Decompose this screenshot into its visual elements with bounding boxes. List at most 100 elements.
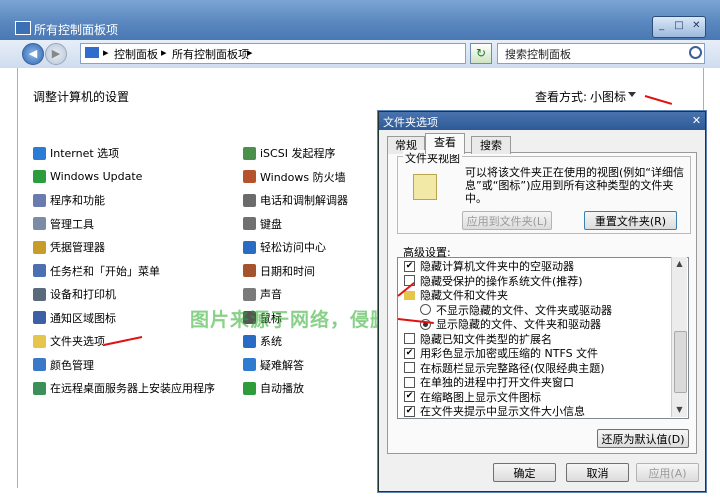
- folder-view-icon: [413, 174, 437, 200]
- control-panel-item[interactable]: 系统: [243, 332, 282, 350]
- apply-button[interactable]: 应用(A): [636, 463, 699, 482]
- control-panel-item[interactable]: 凭据管理器: [33, 238, 105, 256]
- forward-button[interactable]: ▶: [45, 43, 67, 65]
- control-panel-item-icon: [33, 264, 46, 277]
- scroll-up-icon[interactable]: ▲: [672, 257, 687, 271]
- control-panel-item-label: Windows Update: [50, 170, 143, 183]
- breadcrumb-separator: ▸: [161, 46, 167, 59]
- control-panel-item[interactable]: 电话和调制解调器: [243, 191, 348, 209]
- search-icon[interactable]: [689, 46, 702, 59]
- control-panel-item[interactable]: 在远程桌面服务器上安装应用程序: [33, 379, 215, 397]
- radio-button[interactable]: [420, 304, 431, 315]
- tab-view[interactable]: 查看: [425, 133, 465, 154]
- checkbox[interactable]: [404, 333, 415, 344]
- restore-defaults-button[interactable]: 还原为默认值(D): [597, 429, 689, 448]
- control-panel-item[interactable]: 轻松访问中心: [243, 238, 326, 256]
- control-panel-item-icon: [243, 146, 256, 160]
- advanced-setting-row[interactable]: ✔ 在缩略图上显示文件图标: [404, 390, 541, 404]
- advanced-setting-row[interactable]: ✔ 用彩色显示加密或压缩的 NTFS 文件: [404, 346, 598, 360]
- control-panel-item[interactable]: 管理工具: [33, 215, 94, 233]
- advanced-setting-row[interactable]: 显示隐藏的文件、文件夹和驱动器: [420, 317, 601, 331]
- control-panel-item-icon: [243, 217, 256, 230]
- control-panel-item[interactable]: 自动播放: [243, 379, 304, 397]
- advanced-settings-list[interactable]: ✔ 隐藏计算机文件夹中的空驱动器 隐藏受保护的操作系统文件(推荐) 隐藏文件和文件夹不…: [397, 257, 689, 419]
- control-panel-item-icon: [243, 334, 256, 348]
- control-panel-item[interactable]: 日期和时间: [243, 262, 315, 280]
- control-panel-item[interactable]: iSCSI 发起程序: [243, 144, 335, 162]
- breadcrumb-all-items[interactable]: 所有控制面板项: [172, 46, 249, 62]
- scroll-down-icon[interactable]: ▼: [672, 403, 687, 417]
- control-panel-item-icon: [243, 240, 256, 254]
- control-panel-item-label: 键盘: [260, 217, 282, 231]
- control-panel-item-icon: [33, 170, 46, 183]
- checkbox[interactable]: ✔: [404, 405, 415, 417]
- control-panel-item[interactable]: 颜色管理: [33, 356, 94, 374]
- control-panel-item-label: Internet 选项: [50, 147, 120, 160]
- advanced-setting-row[interactable]: 隐藏文件和文件夹: [404, 288, 508, 302]
- folder-view-description: 可以将该文件夹正在使用的视图(例如“详细信息”或“图标”)应用到所有这种类型的文…: [465, 166, 684, 205]
- refresh-button[interactable]: ↻: [470, 43, 492, 64]
- control-panel-item-label: 任务栏和「开始」菜单: [50, 264, 160, 278]
- ok-button[interactable]: 确定: [493, 463, 556, 482]
- view-by-dropdown[interactable]: 小图标: [590, 88, 626, 105]
- control-panel-item-label: Windows 防火墙: [260, 170, 346, 184]
- checkbox[interactable]: ✔: [404, 347, 415, 359]
- control-panel-item[interactable]: Windows 防火墙: [243, 168, 346, 186]
- control-panel-icon: [85, 47, 99, 58]
- maximize-button[interactable]: □: [670, 17, 687, 37]
- chevron-down-icon[interactable]: [628, 92, 636, 97]
- control-panel-item[interactable]: 任务栏和「开始」菜单: [33, 262, 160, 280]
- breadcrumb-control-panel[interactable]: 控制面板: [114, 46, 158, 62]
- advanced-setting-row[interactable]: ✔ 在文件夹提示中显示文件大小信息: [404, 404, 585, 418]
- control-panel-item-label: 日期和时间: [260, 264, 315, 278]
- checkbox[interactable]: ✔: [404, 391, 415, 402]
- control-panel-item[interactable]: Windows Update: [33, 168, 142, 186]
- control-panel-item-icon: [33, 334, 46, 348]
- search-input[interactable]: 搜索控制面板: [497, 43, 705, 64]
- control-panel-item-label: iSCSI 发起程序: [260, 147, 336, 160]
- control-panel-item-icon: [243, 358, 256, 371]
- control-panel-item[interactable]: 声音: [243, 285, 282, 303]
- checkbox[interactable]: [404, 376, 415, 388]
- scrollbar[interactable]: ▲ ▼: [671, 257, 687, 417]
- reset-folders-button[interactable]: 重置文件夹(R): [584, 211, 677, 230]
- control-panel-item-icon: [243, 170, 256, 183]
- control-panel-item-label: 通知区域图标: [50, 311, 116, 325]
- control-panel-item-label: 在远程桌面服务器上安装应用程序: [50, 382, 215, 395]
- checkbox[interactable]: ✔: [404, 260, 415, 272]
- control-panel-item-icon: [243, 381, 256, 395]
- control-panel-item-label: 系统: [260, 335, 282, 348]
- tab-search[interactable]: 搜索: [471, 136, 511, 154]
- dialog-close-button[interactable]: ✕: [690, 114, 703, 127]
- advanced-setting-row[interactable]: 不显示隐藏的文件、文件夹或驱动器: [420, 303, 612, 317]
- breadcrumb-dropdown-icon[interactable]: ▸: [247, 46, 253, 59]
- advanced-setting-row[interactable]: 隐藏受保护的操作系统文件(推荐): [404, 274, 583, 288]
- control-panel-item-label: 文件夹选项: [50, 335, 105, 348]
- minimize-button[interactable]: _: [653, 17, 670, 37]
- control-panel-item[interactable]: 疑难解答: [243, 356, 304, 374]
- dialog-title: 文件夹选项: [383, 116, 438, 129]
- advanced-setting-row[interactable]: 隐藏已知文件类型的扩展名: [404, 332, 552, 346]
- watermark-text: 图片来源于网络，侵删: [190, 309, 391, 331]
- control-panel-item[interactable]: 键盘: [243, 215, 282, 233]
- control-panel-item-icon: [243, 287, 256, 301]
- scroll-thumb[interactable]: [674, 331, 687, 393]
- breadcrumb-separator: ▸: [103, 46, 109, 59]
- address-bar[interactable]: ▸ 控制面板 ▸ 所有控制面板项 ▸: [80, 43, 466, 64]
- advanced-setting-row[interactable]: ✔ 隐藏计算机文件夹中的空驱动器: [404, 259, 574, 273]
- control-panel-item[interactable]: 文件夹选项: [33, 332, 105, 350]
- control-panel-item[interactable]: 程序和功能: [33, 191, 105, 209]
- control-panel-item[interactable]: 通知区域图标: [33, 309, 116, 327]
- control-panel-item[interactable]: 设备和打印机: [33, 285, 116, 303]
- view-by-label: 查看方式:: [535, 90, 588, 104]
- checkbox[interactable]: [404, 362, 415, 373]
- control-panel-item[interactable]: Internet 选项: [33, 144, 119, 162]
- apply-to-folders-button[interactable]: 应用到文件夹(L): [462, 211, 552, 230]
- advanced-setting-row[interactable]: 在单独的进程中打开文件夹窗口: [404, 375, 574, 389]
- cancel-button[interactable]: 取消: [566, 463, 629, 482]
- advanced-setting-row[interactable]: 在标题栏显示完整路径(仅限经典主题): [404, 361, 605, 375]
- control-panel-item-label: 管理工具: [50, 217, 94, 231]
- close-button[interactable]: ✕: [688, 17, 705, 37]
- back-button[interactable]: ◀: [22, 43, 44, 65]
- control-panel-item-icon: [33, 358, 46, 371]
